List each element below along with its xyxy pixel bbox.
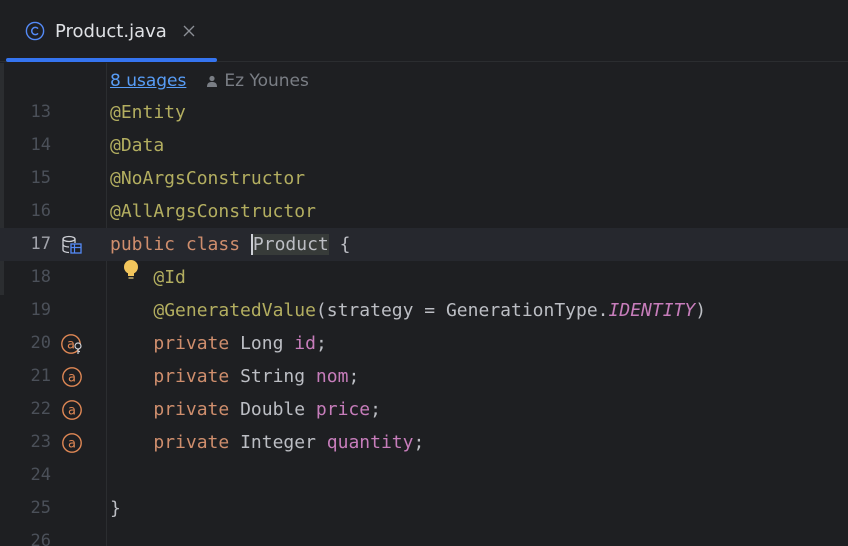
tab-bar: Product.java: [0, 0, 848, 62]
svg-text:a: a: [68, 404, 76, 419]
code-text: @Entity: [110, 96, 186, 129]
code-token: {: [328, 234, 351, 255]
code-token: private: [153, 333, 241, 354]
close-icon[interactable]: [182, 24, 196, 38]
code-text: @Data: [110, 129, 164, 162]
author-hint[interactable]: Ez Younes: [206, 71, 309, 91]
code-line[interactable]: 24: [0, 459, 848, 492]
code-token: @Entity: [110, 102, 186, 123]
line-number: 17: [30, 234, 51, 254]
code-text: private String nom;: [110, 360, 359, 393]
line-number: 15: [30, 168, 51, 188]
line-number: 13: [30, 102, 51, 122]
svg-text:a: a: [68, 437, 76, 452]
code-token: private: [153, 366, 241, 387]
line-number: 18: [30, 267, 51, 287]
line-number: 19: [30, 300, 51, 320]
line-number: 14: [30, 135, 51, 155]
code-token: @Id: [153, 267, 186, 288]
code-line[interactable]: 20 a private Long id;: [0, 327, 848, 360]
code-token: public class: [110, 234, 251, 255]
person-icon: [207, 75, 218, 87]
usages-link[interactable]: 8 usages: [110, 71, 186, 91]
line-number: 26: [30, 531, 51, 546]
line-number: 25: [30, 498, 51, 518]
code-token: ;: [315, 333, 327, 354]
svg-text:a: a: [67, 338, 75, 353]
active-tab-indicator: [6, 58, 217, 62]
code-token: id: [294, 333, 316, 354]
code-token: IDENTITY: [608, 300, 696, 321]
code-token: Product: [250, 234, 329, 255]
code-text: @NoArgsConstructor: [110, 162, 305, 195]
code-line[interactable]: 25}: [0, 492, 848, 525]
code-token: quantity: [326, 432, 414, 453]
code-line[interactable]: 17 public class Product {: [0, 228, 848, 261]
line-number: 22: [30, 399, 51, 419]
code-line[interactable]: 26: [0, 525, 848, 546]
attribute-icon[interactable]: a: [61, 366, 83, 388]
line-number: 16: [30, 201, 51, 221]
code-line[interactable]: 22 a private Double price;: [0, 393, 848, 426]
line-number: 24: [30, 465, 51, 485]
database-entity-icon[interactable]: [61, 234, 83, 256]
code-line[interactable]: 13 @Entity: [0, 96, 848, 129]
code-line[interactable]: 14 @Data: [0, 129, 848, 162]
code-editor[interactable]: 8 usages Ez Younes 13 @Entity 14 @Data 15 @No…: [0, 63, 848, 546]
code-token: @AllArgsConstructor: [110, 201, 316, 222]
code-token: @NoArgsConstructor: [110, 168, 306, 189]
code-line[interactable]: 23 a private Integer quantity;: [0, 426, 848, 459]
code-token: @Data: [110, 135, 165, 156]
code-text: }: [110, 492, 121, 525]
code-token: Long: [240, 333, 295, 354]
line-number: 21: [30, 366, 51, 386]
inlay-hint: 8 usages Ez Younes: [110, 69, 309, 93]
code-text: private Double price;: [110, 393, 381, 426]
line-number: 23: [30, 432, 51, 452]
lightbulb-icon[interactable]: [122, 259, 140, 281]
code-text: @GeneratedValue(strategy = GenerationTyp…: [110, 294, 706, 327]
code-line[interactable]: 16 @AllArgsConstructor: [0, 195, 848, 228]
tab-product-java[interactable]: Product.java: [6, 0, 217, 62]
code-token: }: [110, 498, 121, 519]
code-token: Integer: [240, 432, 327, 453]
id-attribute-icon[interactable]: a: [61, 333, 83, 355]
code-token: Double: [240, 399, 316, 420]
code-token: price: [315, 399, 371, 420]
code-text: @AllArgsConstructor: [110, 195, 316, 228]
svg-text:a: a: [68, 371, 76, 386]
class-icon: [25, 21, 45, 41]
tab-title: Product.java: [55, 20, 167, 42]
code-token: ;: [370, 399, 381, 420]
code-line[interactable]: 21 a private String nom;: [0, 360, 848, 393]
code-text: private Long id;: [110, 327, 327, 360]
editor-window: Product.java 8 usages Ez Younes 13 @Entit…: [0, 0, 848, 546]
code-text: private Integer quantity;: [110, 426, 424, 459]
code-text: public class Product {: [110, 228, 350, 261]
attribute-icon[interactable]: a: [61, 432, 83, 454]
code-token: nom: [315, 366, 349, 387]
code-token: ;: [348, 366, 360, 387]
code-token: (strategy = GenerationType.: [315, 300, 609, 321]
line-number: 20: [30, 333, 51, 353]
code-line[interactable]: 15 @NoArgsConstructor: [0, 162, 848, 195]
code-token: String: [240, 366, 316, 387]
code-token: private: [153, 432, 241, 453]
code-token: ): [695, 300, 707, 321]
code-token: ;: [413, 432, 425, 453]
author-name: Ez Younes: [224, 71, 309, 91]
code-line[interactable]: 19 @GeneratedValue(strategy = Generation…: [0, 294, 848, 327]
code-token: private: [153, 399, 241, 420]
attribute-icon[interactable]: a: [61, 399, 83, 421]
code-token: @GeneratedValue: [153, 300, 316, 321]
